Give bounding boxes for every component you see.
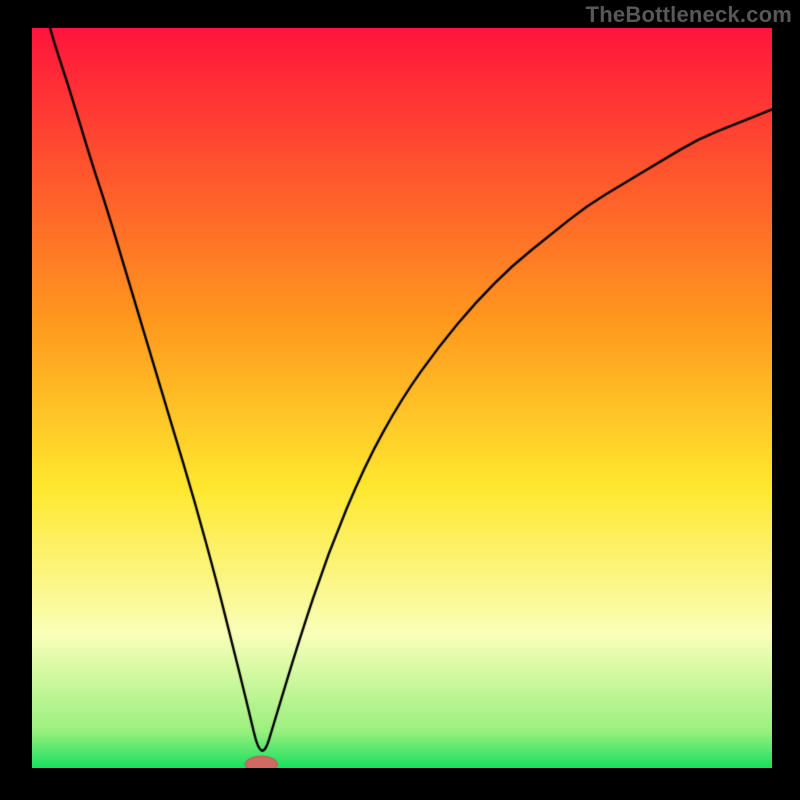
bottleneck-chart-canvas <box>32 28 772 768</box>
chart-frame: TheBottleneck.com <box>0 0 800 800</box>
watermark-text: TheBottleneck.com <box>586 2 792 28</box>
plot-area <box>32 28 772 768</box>
